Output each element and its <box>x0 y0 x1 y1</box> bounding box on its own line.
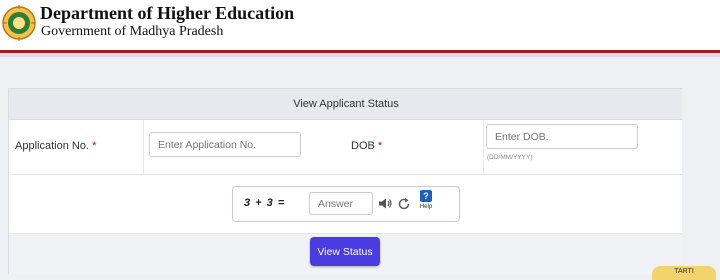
dob-label: DOB * <box>351 140 382 152</box>
cell-divider <box>143 120 144 174</box>
refresh-icon[interactable] <box>397 197 411 211</box>
action-row: View Status <box>9 234 683 274</box>
corner-tab[interactable]: TARTI <box>652 266 716 280</box>
view-status-button[interactable]: View Status <box>310 237 380 266</box>
required-marker: * <box>92 140 97 152</box>
captcha-expression: 3 + 3 = <box>244 197 286 209</box>
page-gutter <box>682 88 720 273</box>
dob-format-hint: (DD/MM/YYYY) <box>487 154 533 161</box>
captcha-box: 3 + 3 = ? Help <box>232 186 460 222</box>
help-icon: ? <box>420 190 432 202</box>
site-title: Department of Higher Education <box>40 3 295 23</box>
panel-heading: View Applicant Status <box>9 89 683 120</box>
site-subtitle: Government of Madhya Pradesh <box>41 24 224 39</box>
help-button[interactable]: ? Help <box>418 190 434 218</box>
mp-emblem-icon <box>2 5 36 41</box>
captcha-row: 3 + 3 = ? Help <box>9 175 683 234</box>
speaker-icon[interactable] <box>378 197 392 210</box>
application-no-label-text: Application No. <box>15 140 89 152</box>
header-divider <box>0 53 720 57</box>
application-no-label: Application No. * <box>15 140 96 152</box>
dob-input[interactable] <box>486 124 638 149</box>
dob-label-text: DOB <box>351 140 375 152</box>
help-label: Help <box>419 204 433 210</box>
captcha-answer-input[interactable] <box>309 192 373 215</box>
site-header: Department of Higher Education Governmen… <box>0 0 720 53</box>
form-row: Application No. * DOB * (DD/MM/YYYY) <box>9 120 683 175</box>
cell-divider <box>483 120 484 174</box>
required-marker: * <box>377 140 383 152</box>
applicant-status-panel: View Applicant Status Application No. * … <box>8 88 684 274</box>
application-no-input[interactable] <box>149 132 301 157</box>
